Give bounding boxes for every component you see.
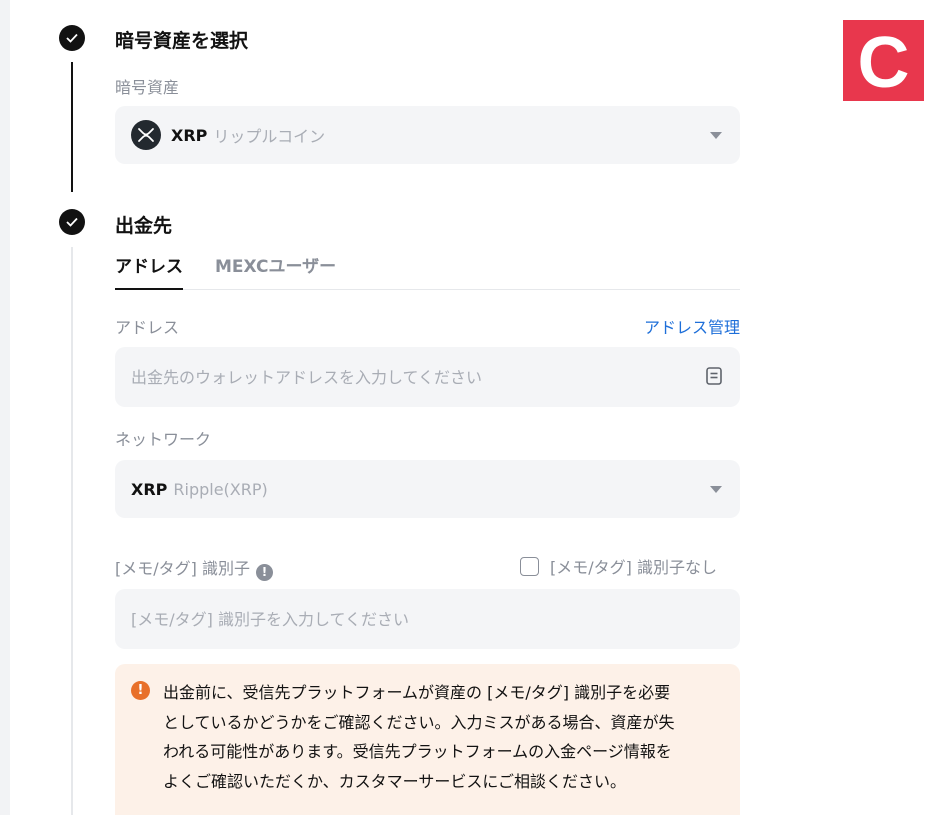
step-1-check-icon: [59, 25, 85, 51]
info-icon[interactable]: !: [255, 563, 273, 581]
paste-icon[interactable]: [706, 367, 722, 385]
step-2-check-icon: [59, 209, 85, 235]
memo-warning-notice: ! 出金前に、受信先プラットフォームが資産の [メモ/タグ] 識別子を必要 とし…: [115, 664, 740, 815]
memo-label-row: [メモ/タグ] 識別子!: [115, 555, 273, 581]
destination-tabs: アドレス MEXCユーザー: [115, 252, 740, 290]
warning-line: われる可能性があります。受信先プラットフォームの入金ページ情報を: [163, 742, 672, 761]
step-1-title: 暗号資産を選択: [115, 30, 249, 52]
address-label: アドレス: [115, 318, 180, 337]
step-2-title: 出金先: [115, 215, 173, 237]
xrp-coin-icon: [131, 120, 161, 150]
step-connector-line-pending: [71, 247, 73, 815]
warning-line: よくご確認いただくか、カスタマーサービスにご相談ください。: [163, 771, 627, 791]
network-label: ネットワーク: [115, 430, 212, 449]
network-name: Ripple(XRP): [173, 479, 268, 499]
memo-none-checkbox[interactable]: [520, 556, 539, 576]
network-symbol: XRP: [131, 479, 168, 499]
coin-symbol: XRP: [171, 125, 208, 145]
left-edge-panel: [0, 0, 10, 815]
step-connector-line: [71, 62, 73, 192]
chevron-down-icon: [710, 132, 722, 139]
warning-line: 出金前に、受信先プラットフォームが資産の [メモ/タグ] 識別子を必要: [163, 683, 671, 702]
brand-logo-letter: C: [857, 22, 910, 103]
memo-label: [メモ/タグ] 識別子: [115, 559, 250, 578]
memo-none-option[interactable]: [メモ/タグ] 識別子なし: [520, 554, 717, 578]
memo-field: [115, 589, 740, 649]
tab-address[interactable]: アドレス: [115, 252, 183, 290]
address-field: [115, 347, 740, 407]
crypto-asset-label: 暗号資産: [115, 78, 180, 97]
coin-name: リップルコイン: [213, 127, 326, 146]
network-select[interactable]: XRP Ripple(XRP): [115, 460, 740, 518]
crypto-asset-select[interactable]: XRP リップルコイン: [115, 106, 740, 164]
warning-line: としているかどうかをご確認ください。入力ミスがある場合、資産が失: [163, 712, 675, 732]
brand-logo: C: [843, 20, 924, 101]
warning-icon: !: [131, 681, 150, 700]
address-manage-link[interactable]: アドレス管理: [644, 314, 740, 338]
address-input[interactable]: [115, 347, 740, 407]
memo-none-label: [メモ/タグ] 識別子なし: [550, 558, 717, 577]
chevron-down-icon: [710, 486, 722, 493]
tab-mexc-user[interactable]: MEXCユーザー: [215, 252, 336, 289]
memo-input[interactable]: [115, 589, 740, 649]
